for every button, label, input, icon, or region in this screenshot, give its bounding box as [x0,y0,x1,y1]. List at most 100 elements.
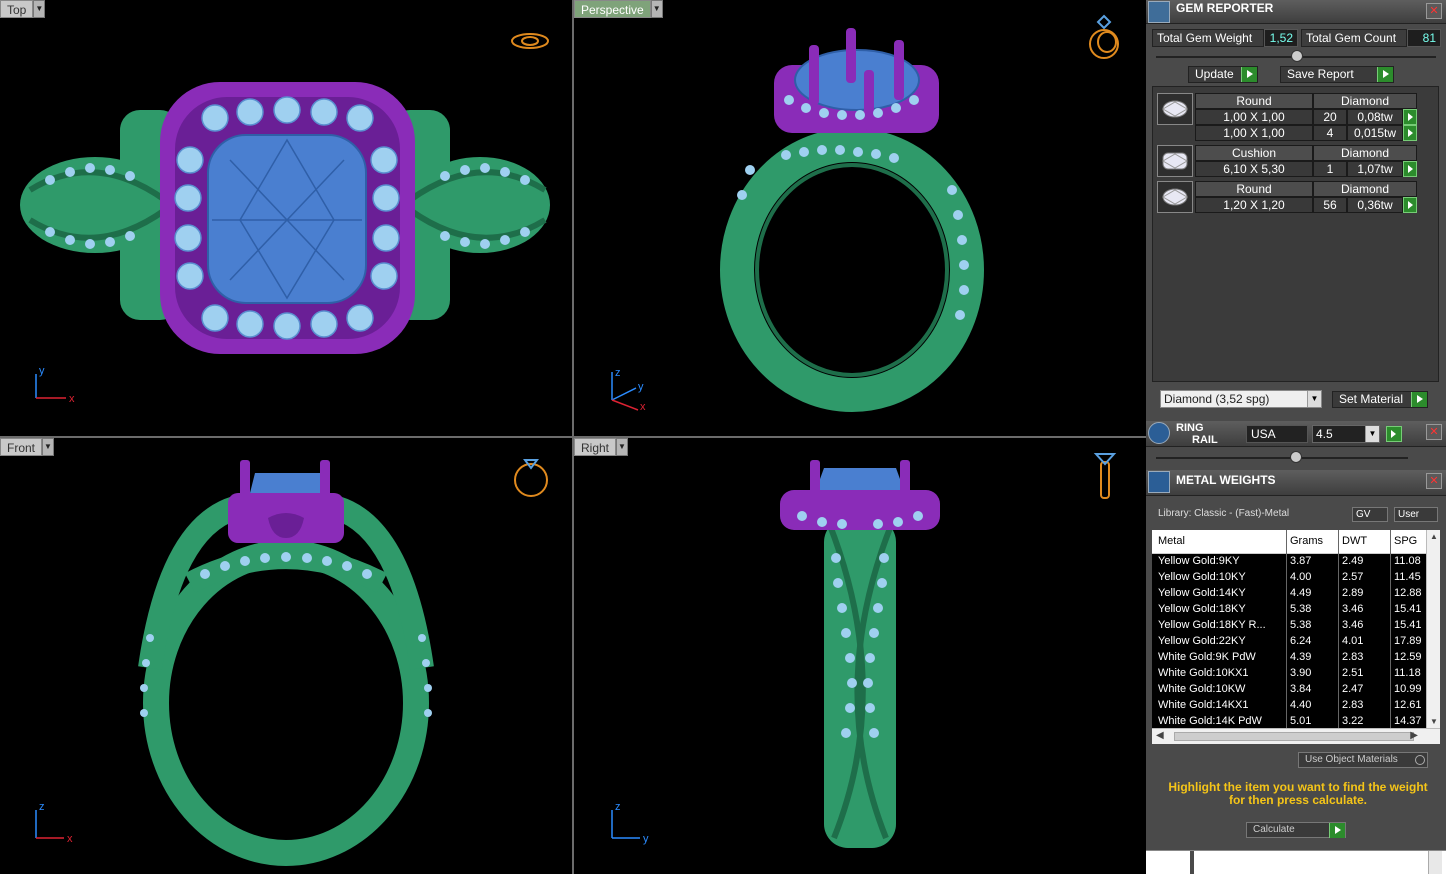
column-header[interactable]: SPG [1394,535,1417,547]
play-icon[interactable] [1403,125,1417,141]
gem-weight[interactable]: 0,015tw [1347,125,1403,141]
metal-grams: 3.84 [1290,683,1312,695]
viewport-perspective[interactable]: z y x Perspective ▼ [574,0,1146,436]
save-report-button[interactable]: Save Report [1280,66,1394,83]
scroll-thumb[interactable] [1174,732,1414,741]
total-gem-count-value: 81 [1407,29,1441,47]
play-icon[interactable] [1403,109,1417,125]
gem-material: Diamond [1313,145,1417,161]
column-header[interactable]: Grams [1290,535,1323,547]
play-icon[interactable] [1386,426,1402,442]
chevron-right-icon[interactable]: ▶ [1410,730,1418,741]
chevron-up-icon[interactable]: ▲ [1430,532,1438,541]
metal-dwt: 2.49 [1342,555,1364,567]
gem-weight[interactable]: 0,36tw [1347,197,1403,213]
chevron-down-icon[interactable]: ▼ [33,0,46,18]
chevron-down-icon[interactable]: ▼ [616,438,629,456]
app-root: y x Top ▼ z y x Perspective ▼ z x Front … [0,0,1446,874]
axis-label: y [39,365,45,377]
play-icon[interactable] [1403,161,1417,177]
gem-size[interactable]: 1,00 X 1,00 [1195,125,1313,141]
viewport-top[interactable]: y x Top ▼ [0,0,572,436]
gem-size[interactable]: 1,00 X 1,00 [1195,109,1313,125]
ring-size-region[interactable]: USA [1246,425,1308,443]
gem-count[interactable]: 56 [1313,197,1347,213]
gem-reporter-icon [1148,1,1170,23]
gem-count[interactable]: 20 [1313,109,1347,125]
use-object-materials-toggle[interactable]: Use Object Materials [1298,752,1428,768]
bottom-strip [1146,850,1446,874]
play-icon [1411,392,1427,407]
chevron-down-icon[interactable]: ▼ [1307,391,1321,407]
gem-weight[interactable]: 0,08tw [1347,109,1403,125]
close-icon[interactable]: ✕ [1426,3,1442,19]
flask-icon [1148,471,1170,493]
viewport-divider[interactable] [0,436,1146,438]
ring-right-view: z y [611,453,1117,848]
viewport-name[interactable]: Front [0,438,43,456]
set-material-button[interactable]: Set Material [1332,391,1428,408]
metal-weights-table: Metal Grams DWT SPG Yellow Gold:9KY 3.87 2… [1152,530,1438,728]
column-divider [1338,530,1339,728]
radio-icon[interactable] [1415,755,1425,765]
metal-name: White Gold:9K PdW [1158,651,1256,663]
user-button[interactable]: User [1394,507,1438,522]
chevron-left-icon[interactable]: ◀ [1156,730,1164,741]
ring-rail-title: RING RAIL [1176,422,1218,446]
metal-dwt: 3.46 [1342,619,1364,631]
play-icon [1329,823,1345,838]
metal-dwt: 2.89 [1342,587,1364,599]
vertical-scrollbar[interactable]: ▲ ▼ [1426,530,1440,728]
viewport-label-right[interactable]: Right ▼ [574,438,629,456]
gv-button[interactable]: GV [1352,507,1388,522]
gem-reporter-title: GEM REPORTER [1176,1,1274,15]
horizontal-scrollbar[interactable]: ◀ ▶ [1152,728,1440,744]
gem-count[interactable]: 4 [1313,125,1347,141]
cushion-gem-icon [1157,145,1193,177]
ring-size-select[interactable]: 4.5 ▼ [1312,425,1380,443]
gem-weight[interactable]: 1,07tw [1347,161,1403,177]
ring-orientation-icon [514,459,548,497]
play-icon[interactable] [1403,197,1417,213]
material-select[interactable]: Diamond (3,52 spg) ▼ [1160,390,1322,408]
viewport-right[interactable]: z y Right ▼ [574,438,1146,874]
close-icon[interactable]: ✕ [1426,473,1442,489]
gem-list: Round Diamond 1,00 X 1,00 20 0,08tw 1,00… [1152,86,1439,382]
metal-grams: 4.39 [1290,651,1312,663]
chevron-down-icon[interactable]: ▼ [1430,717,1438,726]
vertical-scrollbar[interactable] [1428,851,1442,874]
calculate-button[interactable]: Calculate [1246,822,1346,838]
gem-size[interactable]: 1,20 X 1,20 [1195,197,1313,213]
metal-grams: 6.24 [1290,635,1312,647]
gem-count[interactable]: 1 [1313,161,1347,177]
ring-front-view: z x [35,459,548,866]
gem-shape: Cushion [1195,145,1313,161]
gem-reporter-slider[interactable] [1291,50,1303,62]
total-gem-weight-label: Total Gem Weight [1152,29,1264,47]
chevron-down-icon[interactable]: ▼ [650,0,663,18]
column-header[interactable]: DWT [1342,535,1367,547]
metal-name: Yellow Gold:10KY [1158,571,1246,583]
update-button[interactable]: Update [1188,66,1258,83]
column-divider [1390,530,1391,728]
viewport-name[interactable]: Perspective [574,0,651,18]
viewport-name[interactable]: Right [574,438,617,456]
viewport-label-top[interactable]: Top ▼ [0,0,46,18]
viewport-name[interactable]: Top [0,0,34,18]
metal-name: White Gold:10KX1 [1158,667,1249,679]
viewport-label-perspective[interactable]: Perspective ▼ [574,0,663,18]
axis-label: z [615,367,621,379]
viewport-label-front[interactable]: Front ▼ [0,438,55,456]
column-divider [1286,530,1287,728]
ring-rail-slider[interactable] [1290,451,1302,463]
metal-grams: 3.90 [1290,667,1312,679]
close-icon[interactable]: ✕ [1426,424,1442,440]
gem-size[interactable]: 6,10 X 5,30 [1195,161,1313,177]
chevron-down-icon[interactable]: ▼ [42,438,55,456]
viewport-front[interactable]: z x Front ▼ [0,438,572,874]
column-header[interactable]: Metal [1158,535,1185,547]
user-label: User [1398,509,1420,520]
ring-perspective-view: z y x [611,14,1119,413]
chevron-down-icon[interactable]: ▼ [1365,426,1379,442]
metal-dwt: 4.01 [1342,635,1364,647]
